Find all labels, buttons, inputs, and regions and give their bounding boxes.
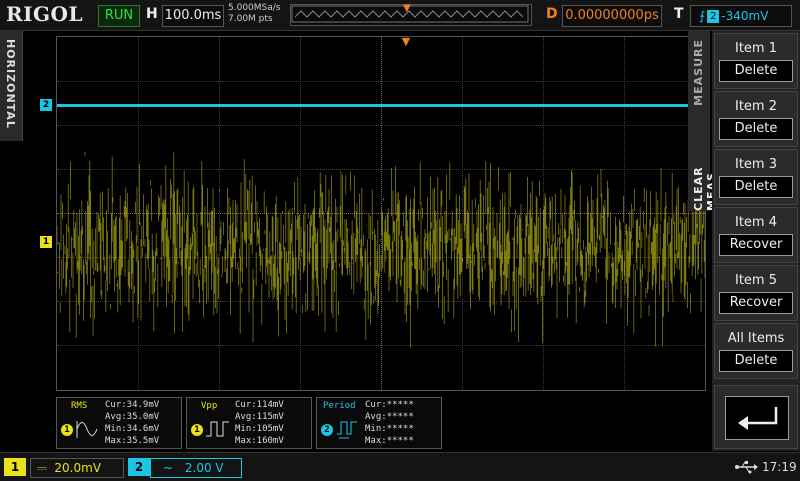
acquisition-info: 5.000MSa/s 7.00M pts <box>228 3 280 25</box>
clock: 17:19 <box>762 460 797 474</box>
ch2-trace <box>57 104 705 107</box>
grid-line <box>57 125 705 126</box>
trigger-level: -340mV <box>721 9 769 23</box>
trigger-source-badge: 2 <box>707 10 720 23</box>
menu-item-value: Delete <box>719 350 793 372</box>
ch1-badge[interactable]: 1 <box>4 458 26 476</box>
measurement-vpp[interactable]: Vpp 1 Cur:114mV Avg:115mV Min:105mV Max:… <box>186 397 312 449</box>
measurement-name: Vpp <box>201 401 218 411</box>
delay-value[interactable]: 0.00000000ps <box>562 5 662 27</box>
sample-rate: 5.000MSa/s <box>228 3 281 13</box>
measurement-min: Min:***** <box>365 424 414 434</box>
measurement-min: Min:34.6mV <box>105 424 160 434</box>
ch2-scale[interactable]: ~ 2.00 V <box>150 458 242 478</box>
channel-badge: 1 <box>191 424 203 436</box>
menu-item-2[interactable]: Item 2 Delete <box>714 91 798 147</box>
channel-badge: 1 <box>61 424 73 436</box>
menu-item-value: Recover <box>719 234 793 256</box>
rms-sine-icon <box>76 421 98 438</box>
trigger-position-marker[interactable]: ▼ <box>401 36 411 54</box>
measurement-min: Min:105mV <box>235 424 284 434</box>
measurement-max: Max:35.5mV <box>105 436 160 446</box>
measurement-avg: Avg:115mV <box>235 412 284 422</box>
vpp-pulse-icon <box>206 421 229 437</box>
rising-edge-icon: ⨍ <box>699 9 706 23</box>
menu-item-label: Item 3 <box>735 157 777 172</box>
memory-depth: 7.00M pts <box>228 14 273 24</box>
horizontal-tab[interactable]: HORIZONTAL <box>0 31 23 141</box>
run-status-badge[interactable]: RUN <box>98 5 140 27</box>
menu-item-label: Item 2 <box>735 99 777 114</box>
measure-side-tab[interactable]: MEASURE CLEAR MEAS <box>688 31 718 211</box>
measurement-rms[interactable]: RMS 1 Cur:34.9mV Avg:35.0mV Min:34.6mV M… <box>56 397 182 449</box>
measurement-cur: Cur:114mV <box>235 400 284 410</box>
measurement-avg: Avg:***** <box>365 412 414 422</box>
ch2-level-marker[interactable]: 2 <box>40 99 52 111</box>
menu-item-label: Item 1 <box>735 41 777 56</box>
memory-position-bar[interactable]: ▼ <box>290 3 532 26</box>
menu-item-label: Item 4 <box>735 215 777 230</box>
ch2-scale-value: 2.00 V <box>184 461 224 475</box>
menu-item-all[interactable]: All Items Delete <box>714 323 798 379</box>
dc-coupling-icon: ⎓ <box>37 461 47 475</box>
menu-item-3[interactable]: Item 3 Delete <box>714 149 798 205</box>
timebase-value[interactable]: 100.0ms <box>162 5 224 27</box>
bottom-status-bar: 1 ⎓ 20.0mV 2 ~ 2.00 V 17:19 <box>0 452 800 481</box>
measurement-cur: Cur:***** <box>365 400 414 410</box>
usb-icon <box>735 461 758 474</box>
ch1-scale[interactable]: ⎓ 20.0mV <box>30 458 124 478</box>
measurement-cur: Cur:34.9mV <box>105 400 160 410</box>
ch1-noise-path <box>57 151 705 348</box>
horizontal-tab-label: HORIZONTAL <box>4 39 17 129</box>
menu-item-value: Delete <box>719 176 793 198</box>
delay-label: D <box>546 6 558 22</box>
measurement-max: Max:160mV <box>235 436 284 446</box>
measure-tab-label: MEASURE <box>692 39 705 106</box>
measurement-name: Period <box>323 401 356 411</box>
menu-item-value: Delete <box>719 118 793 140</box>
grid-line <box>57 81 705 82</box>
measurement-period[interactable]: Period 2 Cur:***** Avg:***** Min:***** M… <box>316 397 442 449</box>
measurement-max: Max:***** <box>365 436 414 446</box>
menu-item-1[interactable]: Item 1 Delete <box>714 33 798 89</box>
menu-item-value: Recover <box>719 292 793 314</box>
back-button[interactable] <box>714 385 798 449</box>
timebase-label: H <box>146 6 158 22</box>
trigger-settings[interactable]: ⨍ 2 -340mV <box>690 5 792 27</box>
menu-item-value: Delete <box>719 60 793 82</box>
waveform-display[interactable] <box>56 36 706 391</box>
ch2-badge[interactable]: 2 <box>128 458 150 476</box>
back-arrow-icon <box>725 396 789 440</box>
ch1-noise-trace <box>57 151 705 348</box>
menu-item-label: Item 5 <box>735 273 777 288</box>
menu-item-4[interactable]: Item 4 Recover <box>714 207 798 263</box>
menu-item-5[interactable]: Item 5 Recover <box>714 265 798 321</box>
memory-trigger-icon: ▼ <box>403 3 411 14</box>
channel-badge: 2 <box>321 424 333 436</box>
trigger-label: T <box>674 6 684 22</box>
measurement-avg: Avg:35.0mV <box>105 412 160 422</box>
ch1-level-marker[interactable]: 1 <box>40 236 52 248</box>
ch1-scale-value: 20.0mV <box>54 461 102 475</box>
ac-coupling-icon: ~ <box>163 461 174 475</box>
brand-logo: RIGOL <box>6 2 84 26</box>
measurement-name: RMS <box>71 401 88 411</box>
top-status-bar: RIGOL RUN H 100.0ms 5.000MSa/s 7.00M pts… <box>0 0 800 31</box>
period-pulse-icon <box>337 421 357 439</box>
menu-item-label: All Items <box>727 331 785 346</box>
clear-meas-menu: Item 1 Delete Item 2 Delete Item 3 Delete I… <box>712 31 800 451</box>
